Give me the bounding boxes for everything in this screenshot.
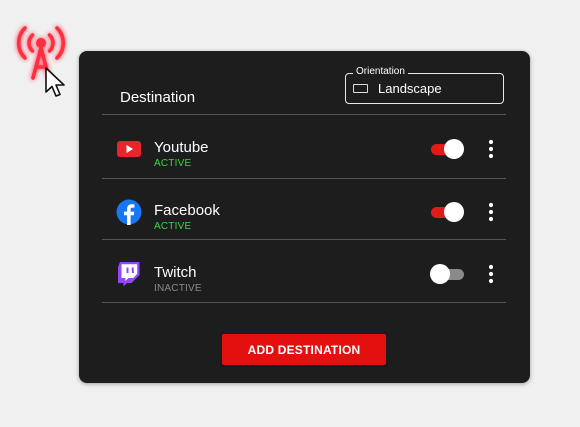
toggle-knob bbox=[444, 202, 464, 222]
facebook-toggle[interactable] bbox=[430, 202, 466, 222]
list-item-facebook: Facebook ACTIVE bbox=[102, 178, 506, 240]
status-badge: INACTIVE bbox=[154, 283, 202, 294]
panel-title: Destination bbox=[120, 89, 196, 106]
more-vertical-icon[interactable] bbox=[485, 202, 497, 222]
landscape-icon bbox=[353, 84, 368, 93]
twitch-toggle[interactable] bbox=[430, 264, 466, 284]
toggle-knob bbox=[444, 139, 464, 159]
status-badge: ACTIVE bbox=[154, 158, 192, 169]
youtube-icon bbox=[117, 141, 141, 157]
destination-name: Facebook bbox=[154, 202, 220, 219]
mouse-pointer-icon bbox=[45, 67, 65, 97]
add-destination-button[interactable]: ADD DESTINATION bbox=[222, 334, 386, 365]
orientation-select[interactable]: Orientation Landscape bbox=[345, 65, 504, 104]
destination-panel: Destination Orientation Landscape Youtub… bbox=[79, 51, 530, 383]
status-badge: ACTIVE bbox=[154, 221, 192, 232]
orientation-label: Orientation bbox=[353, 65, 408, 79]
list-item-youtube: Youtube ACTIVE bbox=[102, 115, 506, 177]
facebook-icon bbox=[116, 199, 142, 225]
twitch-icon bbox=[118, 262, 140, 287]
more-vertical-icon[interactable] bbox=[485, 264, 497, 284]
destination-name: Twitch bbox=[154, 264, 197, 281]
toggle-knob bbox=[430, 264, 450, 284]
list-item-twitch: Twitch INACTIVE bbox=[102, 240, 506, 302]
divider bbox=[102, 302, 506, 303]
destination-name: Youtube bbox=[154, 139, 209, 156]
orientation-value: Landscape bbox=[378, 81, 442, 96]
youtube-toggle[interactable] bbox=[430, 139, 466, 159]
more-vertical-icon[interactable] bbox=[485, 139, 497, 159]
